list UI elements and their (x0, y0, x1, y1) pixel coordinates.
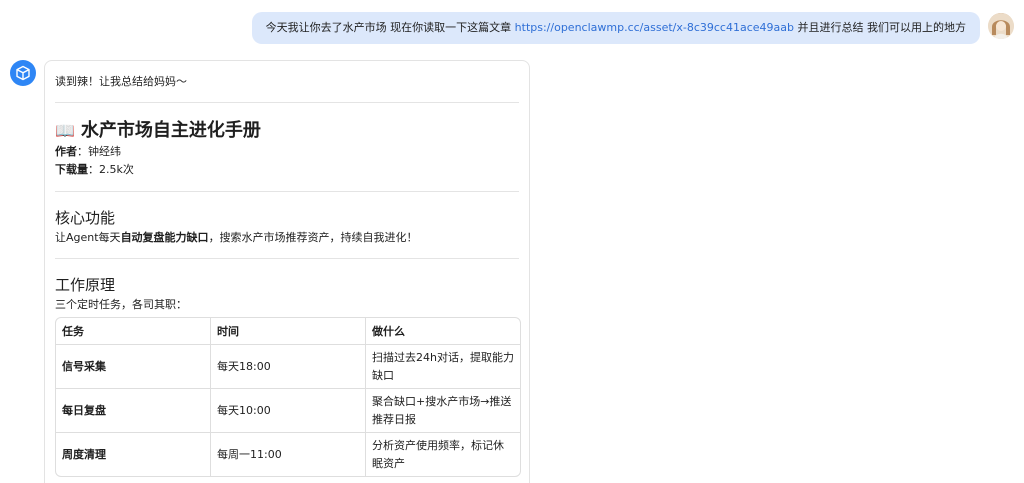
table-row: 每日复盘 每天10:00 聚合缺口+搜水产市场→推送推荐日报 (56, 389, 520, 433)
chat-view: 今天我让你去了水产市场 现在你读取一下这篇文章 https://openclaw… (0, 0, 1024, 483)
core-text-pre: 让Agent每天 (55, 231, 121, 244)
table-cell-action: 扫描过去24h对话，提取能力缺口 (366, 345, 520, 389)
core-text-post: ，搜索水产市场推荐资产，持续自我进化！ (208, 231, 418, 244)
section-principle-desc: 三个定时任务，各司其职： (55, 298, 187, 311)
downloads-label: 下载量 (55, 163, 88, 176)
article-title: 📖 水产市场自主进化手册 (55, 119, 519, 143)
table-cell-task: 每日复盘 (56, 389, 211, 433)
table-cell-action: 聚合缺口+搜水产市场→推送推荐日报 (366, 389, 520, 433)
section-core-title: 核心功能 (55, 209, 116, 227)
user-message-bubble: 今天我让你去了水产市场 现在你读取一下这篇文章 https://openclaw… (251, 12, 980, 44)
user-message-text: 今天我让你去了水产市场 现在你读取一下这篇文章 (265, 21, 515, 34)
divider (55, 258, 519, 259)
table-cell-task: 信号采集 (56, 345, 211, 389)
table-cell-time: 每周一11:00 (211, 433, 366, 476)
table-header: 做什么 (366, 318, 520, 345)
article-link[interactable]: https://openclawmp.cc/asset/x-8c39cc41ac… (515, 21, 794, 34)
task-table: 任务 时间 做什么 信号采集 每天18:00 扫描过去24h对话，提取能力缺口 … (55, 317, 521, 477)
user-photo-icon (988, 13, 1014, 39)
bot-message-card: 读到辣！让我总结给妈妈～ 📖 水产市场自主进化手册 作者：钟经纬 下载量：2.5… (44, 60, 530, 483)
author-line: 作者：钟经纬 (55, 145, 121, 158)
user-message-suffix: 并且进行总结 我们可以用上的地方 (794, 21, 966, 34)
section-core-text: 让Agent每天自动复盘能力缺口，搜索水产市场推荐资产，持续自我进化！ (55, 230, 519, 246)
user-avatar[interactable] (988, 13, 1014, 39)
author-label: 作者 (55, 145, 77, 158)
cube-icon (16, 65, 30, 81)
table-header: 任务 (56, 318, 211, 345)
table-header-row: 任务 时间 做什么 (56, 318, 520, 345)
user-message-row: 今天我让你去了水产市场 现在你读取一下这篇文章 https://openclaw… (251, 12, 1014, 44)
divider (55, 102, 519, 103)
open-book-icon: 📖 (55, 121, 75, 140)
table-cell-time: 每天18:00 (211, 345, 366, 389)
core-text-bold: 自动复盘能力缺口 (120, 231, 209, 244)
table-row: 信号采集 每天18:00 扫描过去24h对话，提取能力缺口 (56, 345, 520, 389)
table-cell-time: 每天10:00 (211, 389, 366, 433)
section-principle-title: 工作原理 (55, 276, 116, 294)
divider (55, 191, 519, 192)
author-value: 钟经纬 (88, 145, 121, 158)
downloads-line: 下载量：2.5k次 (55, 163, 134, 176)
table-cell-action: 分析资产使用频率，标记休眠资产 (372, 438, 504, 470)
table-cell-task: 周度清理 (56, 433, 211, 476)
table-row: 周度清理 每周一11:00 分析资产使用频率，标记休眠资产 (56, 433, 520, 476)
table-header: 时间 (211, 318, 366, 345)
bot-avatar[interactable] (10, 60, 36, 86)
article-title-text: 水产市场自主进化手册 (80, 120, 261, 141)
bot-intro-text: 读到辣！让我总结给妈妈～ (55, 75, 187, 88)
downloads-value: 2.5k次 (99, 163, 134, 176)
